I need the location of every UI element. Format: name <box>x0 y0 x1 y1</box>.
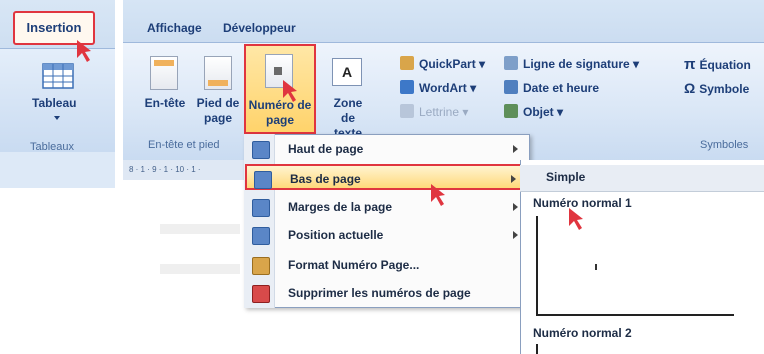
signature-icon <box>504 56 518 70</box>
quickpart-button[interactable]: QuickPart ▾ <box>400 56 485 71</box>
object-icon <box>504 104 518 118</box>
gallery-thumbnail-2[interactable] <box>536 344 538 354</box>
equation-label: Équation <box>699 58 751 72</box>
menu-item-format-numero-page[interactable]: Format Numéro Page... <box>245 252 528 278</box>
menu-item-bas-de-page[interactable]: Bas de page <box>245 164 528 190</box>
calendar-icon <box>504 80 518 94</box>
left-bottom-area <box>0 152 115 188</box>
submenu-arrow-icon <box>513 203 518 211</box>
group-label-entete: En-tête et pied <box>148 139 220 151</box>
quickpart-icon <box>400 56 414 70</box>
delete-page-number-icon <box>252 285 270 303</box>
submenu-arrow-icon <box>511 175 516 183</box>
menu-item-label: Bas de page <box>290 172 361 186</box>
ligne-signature-label: Ligne de signature <box>523 57 630 71</box>
wordart-icon <box>400 80 414 94</box>
page-bottom-icon <box>254 171 272 189</box>
pied-de-page-button-label[interactable]: Pied de page <box>192 96 244 126</box>
submenu-arrow-icon <box>513 145 518 153</box>
objet-label: Objet <box>523 105 554 119</box>
entete-button-label[interactable]: En-tête <box>140 96 190 111</box>
footer-icon[interactable] <box>204 56 232 90</box>
equation-button[interactable]: π Équation <box>684 56 751 73</box>
format-icon <box>252 257 270 275</box>
lettrine-label: Lettrine <box>419 105 460 119</box>
wordart-button[interactable]: WordArt ▾ <box>400 80 476 95</box>
tableau-dropdown-icon[interactable] <box>54 116 60 120</box>
page-margins-icon <box>252 199 270 217</box>
menu-item-label: Marges de la page <box>288 200 393 214</box>
symbole-button[interactable]: Ω Symbole <box>684 80 749 96</box>
lettrine-icon <box>400 104 414 118</box>
symbole-label: Symbole <box>699 82 750 96</box>
ribbon-tabs: Affichage Développeur <box>123 14 764 42</box>
ligne-signature-button[interactable]: Ligne de signature ▾ <box>504 56 639 71</box>
menu-item-label: Position actuelle <box>288 228 384 242</box>
date-heure-label: Date et heure <box>523 81 600 95</box>
menu-item-label: Supprimer les numéros de page <box>288 286 471 300</box>
pi-icon: π <box>684 56 696 73</box>
tableau-button-label[interactable]: Tableau <box>32 96 76 111</box>
background-text <box>160 224 240 234</box>
background-text <box>160 264 240 274</box>
menu-item-position-actuelle[interactable]: Position actuelle <box>245 222 528 248</box>
quickpart-label: QuickPart <box>419 57 476 71</box>
gallery-thumbnail-1[interactable] <box>536 216 734 316</box>
gallery-option-numero-normal-2[interactable]: Numéro normal 2 <box>533 326 632 340</box>
table-icon[interactable] <box>42 63 74 89</box>
group-label-tableaux: Tableaux <box>30 141 75 153</box>
date-heure-button[interactable]: Date et heure <box>504 80 599 95</box>
numero-de-page-label[interactable]: Numéro de page <box>246 98 314 128</box>
current-position-icon <box>252 227 270 245</box>
tab-affichage[interactable]: Affichage <box>147 14 202 42</box>
menu-item-supprimer-numeros[interactable]: Supprimer les numéros de page <box>245 280 528 306</box>
left-separator <box>0 48 115 49</box>
text-box-icon[interactable]: A <box>332 58 362 86</box>
menu-item-label: Haut de page <box>288 142 364 156</box>
ruler: 8 · 1 · 9 · 1 · 10 · 1 · <box>123 160 253 180</box>
objet-button[interactable]: Objet ▾ <box>504 104 563 119</box>
omega-icon: Ω <box>684 80 696 96</box>
gallery-category-simple: Simple <box>546 170 586 184</box>
menu-item-haut-de-page[interactable]: Haut de page <box>245 136 528 162</box>
submenu-arrow-icon <box>513 231 518 239</box>
menu-item-marges-de-la-page[interactable]: Marges de la page <box>245 194 528 220</box>
wordart-label: WordArt <box>419 81 467 95</box>
menu-item-label: Format Numéro Page... <box>288 258 420 272</box>
lettrine-button[interactable]: Lettrine ▾ <box>400 104 468 119</box>
tab-developpeur[interactable]: Développeur <box>223 14 296 42</box>
page-top-icon <box>252 141 270 159</box>
header-icon[interactable] <box>150 56 178 90</box>
pointer-icon <box>77 40 91 62</box>
page-number-marker <box>595 264 597 270</box>
group-label-symboles: Symboles <box>700 139 749 151</box>
